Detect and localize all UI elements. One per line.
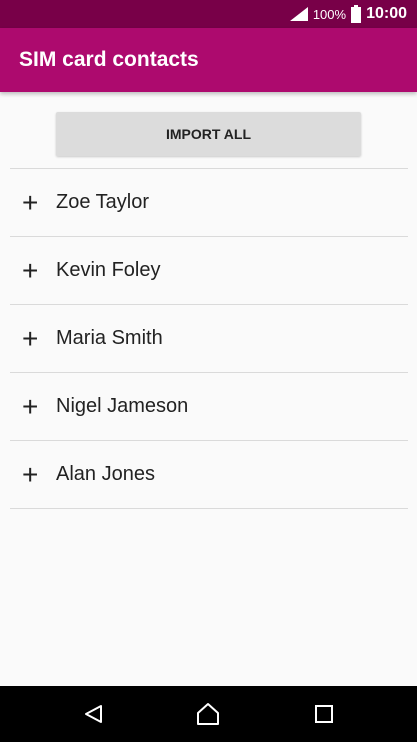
contact-name: Maria Smith (56, 327, 163, 349)
contact-name: Zoe Taylor (56, 191, 150, 213)
plus-icon[interactable]: + (22, 256, 54, 285)
back-icon (85, 705, 102, 723)
contact-row-nigel-jameson[interactable]: + Nigel Jameson (10, 373, 408, 440)
plus-icon[interactable]: + (22, 392, 54, 421)
page-title: SIM card contacts (19, 48, 199, 71)
recents-icon (315, 705, 333, 723)
contact-row-kevin-foley[interactable]: + Kevin Foley (10, 237, 408, 304)
status-indicators: 100% 10:00 (289, 0, 407, 28)
battery-percent: 100% (312, 6, 347, 22)
plus-icon[interactable]: + (22, 324, 54, 353)
import-all-button[interactable]: IMPORT ALL (56, 112, 361, 156)
contact-name: Nigel Jameson (56, 395, 189, 417)
contact-name: Kevin Foley (56, 259, 161, 281)
status-bar: 100% 10:00 (0, 0, 417, 28)
battery-icon (351, 5, 362, 23)
clock: 10:00 (366, 5, 407, 22)
plus-icon[interactable]: + (22, 188, 54, 217)
contact-name: Alan Jones (56, 463, 155, 485)
app-bar: SIM card contacts (0, 28, 417, 92)
signal-icon (289, 7, 308, 21)
back-button[interactable] (63, 686, 123, 742)
recents-button[interactable] (294, 686, 354, 742)
contact-row-zoe-taylor[interactable]: + Zoe Taylor (10, 169, 408, 236)
contact-row-alan-jones[interactable]: + Alan Jones (10, 441, 408, 508)
home-button[interactable] (178, 686, 238, 742)
navigation-bar (0, 686, 417, 742)
contact-row-maria-smith[interactable]: + Maria Smith (10, 305, 408, 372)
plus-icon[interactable]: + (22, 460, 54, 489)
divider (10, 508, 408, 509)
home-icon (197, 703, 219, 725)
